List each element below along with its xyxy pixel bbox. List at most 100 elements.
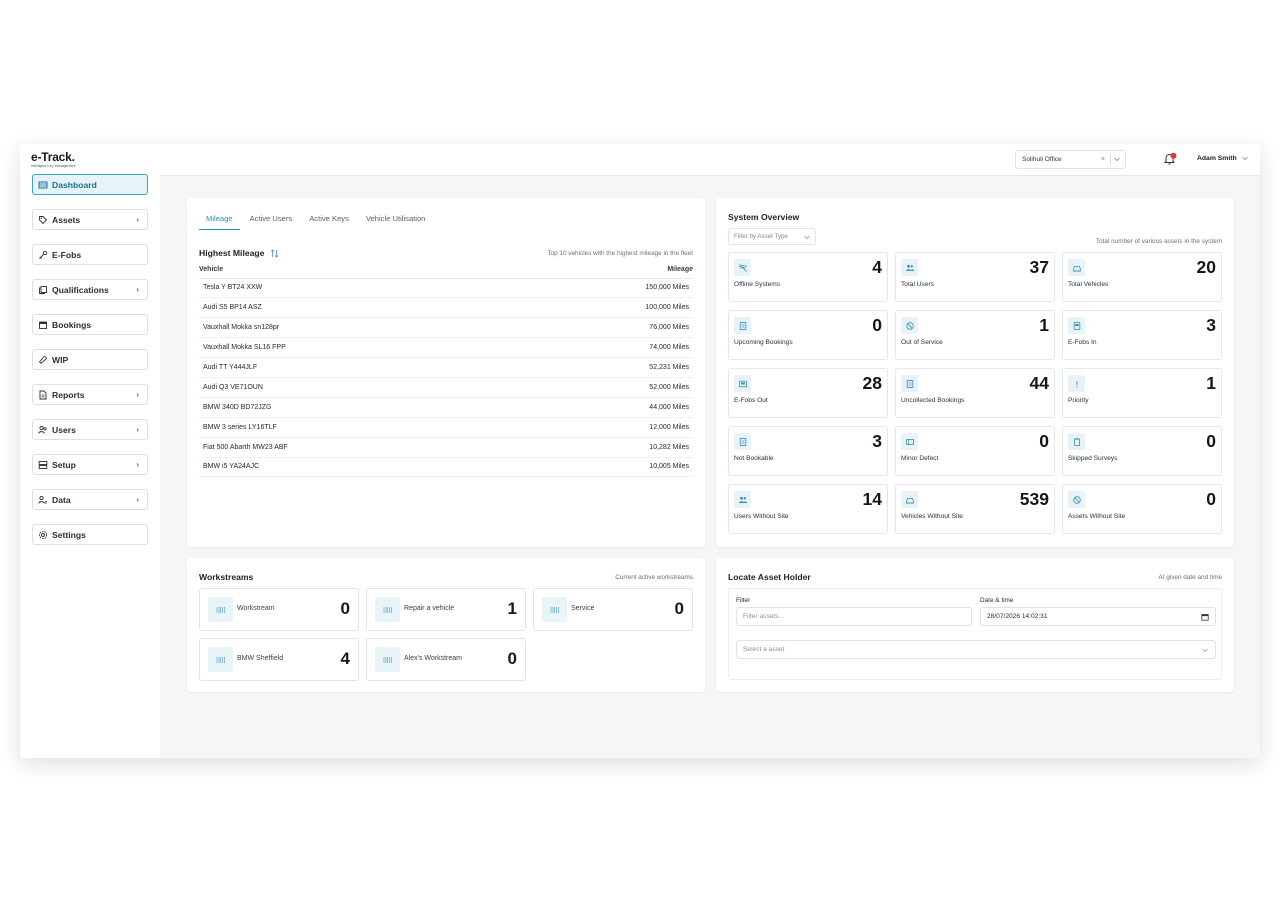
vehicle-cell: Vauxhall Mokka sn128pr [199, 317, 512, 339]
workstream-value: 1 [507, 599, 517, 618]
table-row[interactable]: BMW 340D BD72JZG 44,000 Miles [199, 397, 693, 418]
stat-value: 3 [1206, 315, 1216, 335]
mileage-cell: 76,000 Miles [511, 317, 693, 339]
asset-type-filter-placeholder: Filter by Asset Type [734, 233, 788, 240]
tab-mileage[interactable]: Mileage [199, 210, 240, 230]
sidebar-item-qualifications[interactable]: Qualifications › [32, 279, 148, 300]
stat-card-not-bookable[interactable]: 3 Not Bookable [728, 426, 888, 476]
workstream-card[interactable]: Alex's Workstream 0 [366, 638, 526, 681]
chevron-right-icon: › [136, 390, 139, 399]
clipboard-icon [1073, 437, 1080, 446]
sidebar-item-e-fobs[interactable]: E-Fobs [32, 244, 148, 265]
workstream-card[interactable]: Repair a vehicle 1 [366, 588, 526, 631]
sidebar-item-data[interactable]: Data › [32, 489, 148, 510]
table-row[interactable]: Fiat 500 Abarth MW23 ABF 10,282 Miles [199, 437, 693, 458]
sidebar-item-label: Data [52, 494, 71, 505]
select-divider [1110, 154, 1111, 165]
sidebar-item-reports[interactable]: Reports › [32, 384, 148, 405]
stat-card-upcoming-bookings[interactable]: 0 Upcoming Bookings [728, 310, 888, 360]
asset-type-filter[interactable]: Filter by Asset Type [728, 228, 816, 245]
mileage-table: Vehicle Mileage Tesla Y BT24 XXW 150,000 … [199, 261, 693, 478]
stat-card-total-vehicles[interactable]: 20 Total Vehicles [1062, 252, 1222, 302]
sidebar-item-setup[interactable]: Setup › [32, 454, 148, 475]
filter-assets-input[interactable]: Filter assets... [736, 607, 972, 626]
stat-card-e-fobs-in[interactable]: 3 E-Fobs In [1062, 310, 1222, 360]
chevron-down-icon[interactable] [1113, 155, 1121, 163]
table-row[interactable]: BMW i5 YA24AJC 10,005 Miles [199, 457, 693, 478]
stat-card-assets-without-site[interactable]: 0 Assets Without Site [1062, 484, 1222, 534]
stat-value: 3 [872, 431, 882, 451]
chevron-right-icon: › [136, 460, 139, 469]
vehicle-cell: Audi Q3 VE71OUN [199, 377, 512, 398]
stat-value: 44 [1029, 373, 1049, 393]
user-name: Adam Smith [1197, 154, 1237, 162]
fob-out-icon [738, 380, 747, 387]
overview-title: System Overview [728, 212, 800, 222]
tab-active-users[interactable]: Active Users [243, 210, 300, 230]
dashboard-icon [38, 181, 48, 188]
user-menu[interactable]: Adam Smith [1197, 154, 1249, 162]
locate-subtitle: At given date and time [1158, 574, 1222, 581]
sidebar-item-users[interactable]: Users › [32, 419, 148, 440]
stat-card-offline-systems[interactable]: 4 Offline Systems [728, 252, 888, 302]
select-asset-dropdown[interactable]: Select a asset [736, 640, 1216, 659]
table-row[interactable]: Audi S5 BP14 ASZ 100,000 Miles [199, 297, 693, 319]
stat-value: 0 [1206, 489, 1216, 509]
mileage-cell: 12,000 Miles [511, 417, 693, 438]
tab-vehicle-utilisation[interactable]: Vehicle Utilisation [359, 210, 433, 230]
logo[interactable]: e-Track. Intelligent Key Management [31, 150, 76, 168]
chevron-down-icon [1241, 156, 1248, 161]
column-header-vehicle[interactable]: Vehicle [199, 261, 512, 279]
stat-card-out-of-service[interactable]: 1 Out of Service [895, 310, 1055, 360]
tab-active-keys[interactable]: Active Keys [302, 210, 356, 230]
workstream-icon-box [208, 647, 233, 672]
stat-card-users-without-site[interactable]: 14 Users Without Site [728, 484, 888, 534]
workstreams-title: Workstreams [199, 572, 254, 582]
notification-badge [1170, 152, 1177, 159]
stat-card-priority[interactable]: 1 Priority [1062, 368, 1222, 418]
users-icon [38, 425, 47, 434]
sidebar-item-settings[interactable]: Settings [32, 524, 148, 545]
calendar-icon[interactable] [1201, 613, 1209, 621]
bell-icon[interactable] [1163, 152, 1177, 166]
booking-icon [739, 437, 746, 446]
barcode-icon [383, 656, 392, 663]
table-row[interactable]: Vauxhall Mokka SL16 FPP 74,000 Miles [199, 337, 693, 359]
vehicle-cell: Audi S5 BP14 ASZ [199, 297, 512, 319]
locate-asset-card: Locate Asset Holder At given date and ti… [716, 558, 1234, 692]
mileage-card: Mileage Active Users Active Keys Vehicle Ut… [187, 198, 705, 547]
workstream-icon-box [208, 597, 233, 622]
workstream-card[interactable]: Service 0 [533, 588, 693, 631]
stat-card-uncollected-bookings[interactable]: 44 Uncollected Bookings [895, 368, 1055, 418]
booking-icon [739, 321, 746, 330]
table-row[interactable]: Audi Q3 VE71OUN 52,000 Miles [199, 377, 693, 398]
sidebar-item-bookings[interactable]: Bookings [32, 314, 148, 335]
sort-icon[interactable] [270, 248, 279, 258]
office-select[interactable]: Solihull Office × [1015, 150, 1126, 169]
stat-label: Users Without Site [734, 513, 789, 520]
sidebar-item-assets[interactable]: Assets › [32, 209, 148, 230]
mileage-cell: 44,000 Miles [511, 397, 693, 418]
stat-icon-box [901, 491, 918, 508]
stat-card-e-fobs-out[interactable]: 28 E-Fobs Out [728, 368, 888, 418]
date-time-input[interactable]: 28/07/2026 14:02:31 [980, 607, 1216, 626]
ban-icon [905, 321, 914, 330]
column-header-mileage[interactable]: Mileage [511, 261, 693, 279]
workstream-card[interactable]: Workstream 0 [199, 588, 359, 631]
sidebar-item-label: Dashboard [52, 179, 97, 190]
stat-card-minor-defect[interactable]: 0 Minor Defect [895, 426, 1055, 476]
stat-label: Skipped Surveys [1068, 455, 1118, 462]
sidebar-item-dashboard[interactable]: Dashboard [32, 174, 148, 195]
stat-card-skipped-surveys[interactable]: 0 Skipped Surveys [1062, 426, 1222, 476]
table-row[interactable]: Audi TT Y444JLF 52,231 Miles [199, 357, 693, 378]
table-row[interactable]: Tesla Y BT24 XXW 150,000 Miles [199, 278, 693, 299]
defect-icon [905, 438, 914, 445]
sidebar-item-wip[interactable]: WIP [32, 349, 148, 370]
stat-label: E-Fobs Out [734, 397, 768, 404]
stat-card-vehicles-without-site[interactable]: 539 Vehicles Without Site [895, 484, 1055, 534]
table-row[interactable]: Vauxhall Mokka sn128pr 76,000 Miles [199, 317, 693, 339]
table-row[interactable]: BMW 3 series LY16TLF 12,000 Miles [199, 417, 693, 438]
clear-icon[interactable]: × [1101, 156, 1105, 163]
stat-card-total-users[interactable]: 37 Total Users [895, 252, 1055, 302]
workstream-card[interactable]: BMW Sheffield 4 [199, 638, 359, 681]
